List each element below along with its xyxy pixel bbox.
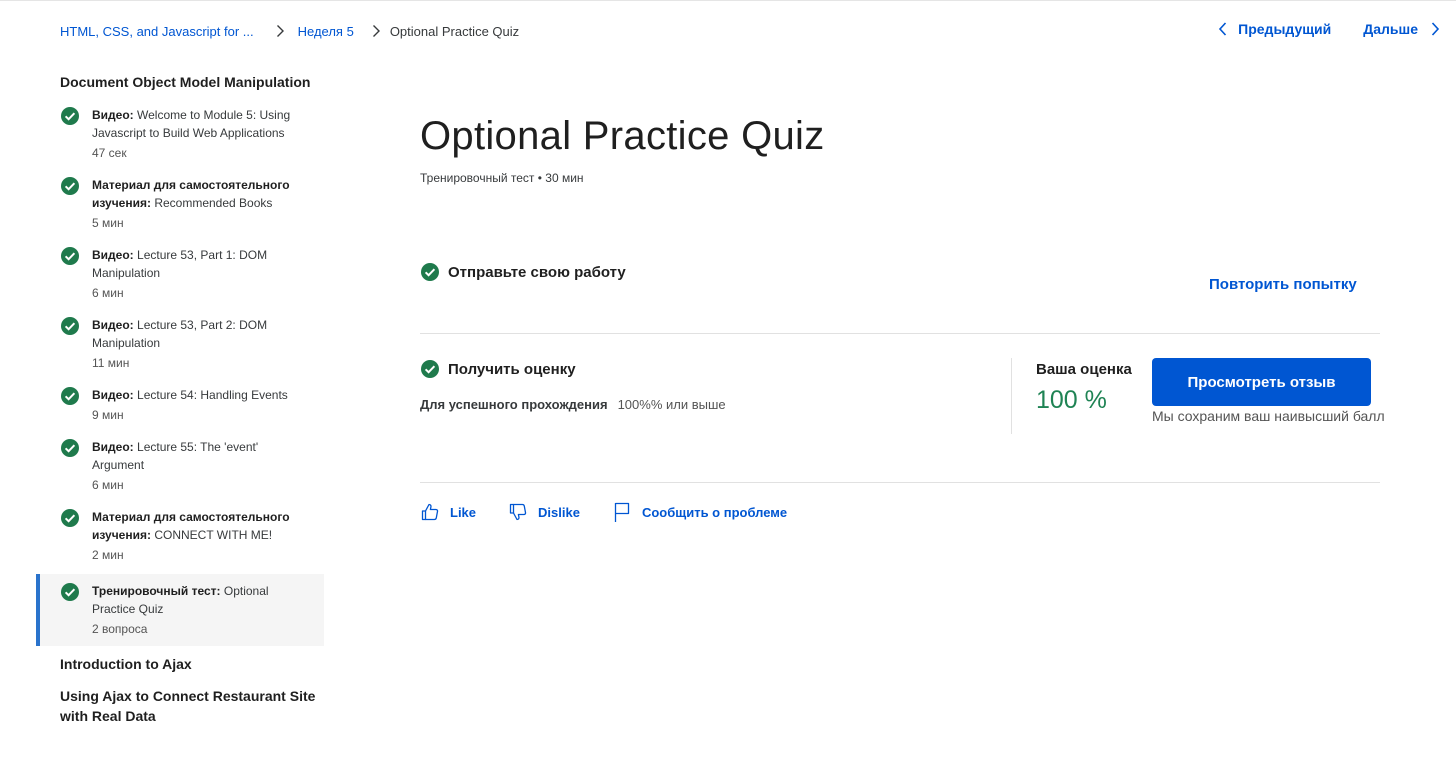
next-button[interactable]: Дальше [1363,21,1442,37]
lesson-type: Видео: [92,440,134,454]
view-feedback-button[interactable]: Просмотреть отзыв [1152,358,1371,406]
lesson-text: Видео: Welcome to Module 5: Using Javasc… [92,106,310,142]
lesson-text: Видео: Lecture 53, Part 1: DOM Manipulat… [92,246,310,282]
chevron-right-icon [368,23,384,39]
lesson-text: Видео: Lecture 55: The 'event' Argument [92,438,310,474]
passing-requirement: Для успешного прохождения 100%% или выше [420,397,726,412]
dislike-label: Dislike [538,504,580,520]
breadcrumb-course-link[interactable]: HTML, CSS, and Javascript for ... [60,24,254,39]
thumbs-down-icon [509,503,527,521]
lesson-text: Материал для самостоятельного изучения: … [92,176,310,212]
grade-divider [1011,358,1012,434]
module-title-ajax-restaurant[interactable]: Using Ajax to Connect Restaurant Site wi… [36,686,324,726]
chevron-left-icon [1216,21,1230,37]
lesson-item[interactable]: Материал для самостоятельного изучения: … [36,508,324,564]
check-circle-icon [421,360,439,378]
lesson-text: Материал для самостоятельного изучения: … [92,508,310,544]
check-circle-icon [61,247,79,265]
lesson-list: Видео: Welcome to Module 5: Using Javasc… [36,106,324,646]
top-divider [0,0,1456,1]
lesson-duration: 6 мин [92,478,124,492]
lesson-type: Видео: [92,318,134,332]
lesson-item[interactable]: Видео: Lecture 54: Handling Events 9 мин [36,386,324,424]
grade-step: Получить оценку [420,359,576,379]
previous-label: Предыдущий [1238,21,1332,37]
lesson-text: Видео: Lecture 54: Handling Events [92,386,310,404]
like-label: Like [450,504,477,520]
lesson-item[interactable]: Видео: Lecture 55: The 'event' Argument 6… [36,438,324,494]
check-circle-icon [61,177,79,195]
lesson-item[interactable]: Материал для самостоятельного изучения: … [36,176,324,232]
lesson-title: CONNECT WITH ME! [154,528,273,542]
check-circle-icon [421,263,439,281]
course-sidebar: Document Object Model Manipulation Видео… [36,72,324,726]
lesson-duration: 6 мин [92,286,124,300]
module-title-ajax-intro[interactable]: Introduction to Ajax [36,654,324,674]
item-navigation: Предыдущий Дальше [1216,21,1442,37]
feedback-bar: Like Dislike Сообщить о проблеме [420,501,787,523]
passing-requirement-label: Для успешного прохождения [420,397,608,412]
report-problem-label: Сообщить о проблеме [641,504,788,520]
next-label: Дальше [1363,21,1418,37]
submit-step-label: Отправьте свою работу [448,263,626,281]
lesson-type: Тренировочный тест: [92,584,221,598]
check-circle-icon [61,583,79,601]
lesson-duration: 5 мин [92,216,124,230]
lesson-type: Видео: [92,108,134,122]
highest-score-note: Мы сохраним ваш наивысший балл [1152,408,1385,424]
dislike-button[interactable]: Dislike [508,502,580,522]
breadcrumb-week-link[interactable]: Неделя 5 [298,24,354,39]
lesson-duration: 2 вопроса [92,622,148,636]
thumbs-up-icon [421,503,439,521]
check-circle-icon [61,387,79,405]
lesson-duration: 2 мин [92,548,124,562]
lesson-text: Тренировочный тест: Optional Practice Qu… [92,582,310,618]
lesson-item[interactable]: Видео: Lecture 53, Part 1: DOM Manipulat… [36,246,324,302]
retry-button[interactable]: Повторить попытку [1209,276,1357,293]
breadcrumb-current: Optional Practice Quiz [389,23,520,39]
lesson-item[interactable]: Видео: Lecture 53, Part 2: DOM Manipulat… [36,316,324,372]
lesson-item[interactable]: Видео: Welcome to Module 5: Using Javasc… [36,106,324,162]
page-subtitle: Тренировочный тест • 30 мин [420,171,584,185]
submit-step: Отправьте свою работу [420,262,626,282]
section-divider [420,482,1380,483]
check-circle-icon [61,439,79,457]
lesson-duration: 11 мин [92,356,130,370]
previous-button[interactable]: Предыдущий [1216,21,1331,37]
lesson-text: Видео: Lecture 53, Part 2: DOM Manipulat… [92,316,310,352]
chevron-right-icon [272,23,288,39]
breadcrumb: HTML, CSS, and Javascript for ... Неделя… [60,22,519,40]
check-circle-icon [61,107,79,125]
report-problem-button[interactable]: Сообщить о проблеме [612,501,787,523]
check-circle-icon [61,317,79,335]
passing-requirement-value: 100%% или выше [617,397,726,412]
page-title: Optional Practice Quiz [420,114,825,158]
like-button[interactable]: Like [420,502,476,522]
lesson-title: Recommended Books [154,196,273,210]
your-grade-value: 100 % [1036,386,1107,414]
flag-icon [614,502,630,522]
lesson-duration: 9 мин [92,408,124,422]
lesson-type: Видео: [92,388,134,402]
lesson-type: Видео: [92,248,134,262]
lesson-title: Lecture 54: Handling Events [137,388,288,402]
check-circle-icon [61,509,79,527]
grade-step-label: Получить оценку [448,360,576,378]
module-title[interactable]: Document Object Model Manipulation [36,72,324,92]
chevron-right-icon [1428,21,1442,37]
lesson-duration: 47 сек [92,146,127,160]
section-divider [420,333,1380,334]
lesson-item-selected[interactable]: Тренировочный тест: Optional Practice Qu… [36,574,324,646]
your-grade-label: Ваша оценка [1036,361,1132,378]
